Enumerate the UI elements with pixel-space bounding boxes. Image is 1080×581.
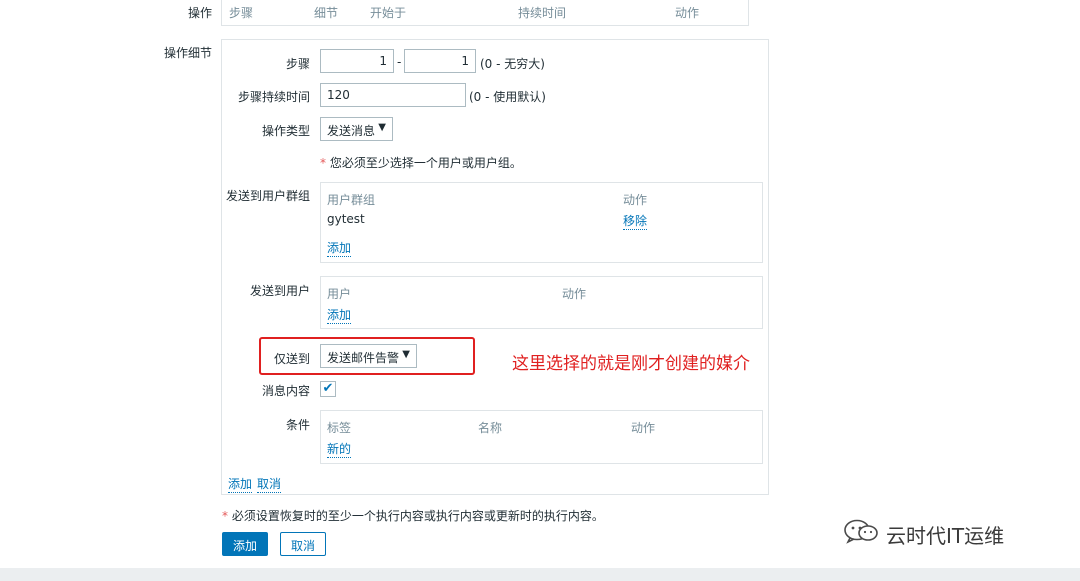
recipient-notice-text: 您必须至少选择一个用户或用户组。 (329, 156, 522, 170)
steps-hint: (0 - 无穷大) (480, 57, 545, 71)
new-condition-link[interactable]: 新的 (327, 440, 352, 458)
recovery-notice: * 必须设置恢复时的至少一个执行内容或执行内容或更新时的执行内容。 (222, 507, 604, 524)
cancel-operation-link[interactable]: 取消 (257, 475, 282, 493)
conditions-label: 条件 (285, 418, 310, 432)
steps-to-input[interactable] (404, 49, 476, 73)
required-marker: * (222, 509, 228, 523)
col-tag: 标签 (327, 421, 352, 435)
operations-label: 操作 (187, 6, 212, 20)
col-condition-action: 动作 (631, 421, 656, 435)
steps-from-input[interactable] (320, 49, 394, 73)
col-duration: 持续时间 (518, 6, 567, 20)
chevron-down-icon: ▼ (378, 122, 386, 133)
message-content-checkbox[interactable]: ✔ (320, 381, 336, 397)
users-label: 发送到用户 (249, 284, 310, 298)
col-start: 开始于 (370, 6, 407, 20)
col-detail: 细节 (314, 6, 339, 20)
operation-form-page: 操作 步骤 细节 开始于 持续时间 动作 操作细节 步骤 - (0 - 无穷大)… (0, 0, 1080, 568)
col-user-group: 用户群组 (327, 193, 376, 207)
operation-details-label: 操作细节 (163, 46, 212, 60)
steps-separator: - (397, 55, 402, 69)
recipient-notice: * 您必须至少选择一个用户或用户组。 (320, 154, 522, 171)
conditions-table: 标签 名称 动作 新的 (320, 410, 763, 464)
add-user-group-link[interactable]: 添加 (327, 239, 352, 257)
step-duration-label: 步骤持续时间 (237, 90, 310, 104)
required-marker: * (320, 156, 326, 170)
message-content-label: 消息内容 (261, 384, 310, 398)
operation-type-label: 操作类型 (261, 124, 310, 138)
add-user-link[interactable]: 添加 (327, 306, 352, 324)
col-user-action: 动作 (562, 287, 587, 301)
col-name: 名称 (478, 421, 503, 435)
operation-type-select[interactable]: 发送消息 ▼ (320, 117, 393, 141)
remove-user-group-link[interactable]: 移除 (623, 212, 648, 230)
annotation-highlight-box (259, 337, 475, 375)
operation-type-value: 发送消息 (327, 124, 376, 138)
annotation-text: 这里选择的就是刚才创建的媒介 (512, 354, 750, 374)
user-groups-label: 发送到用户群组 (225, 189, 310, 203)
add-button[interactable]: 添加 (222, 532, 269, 556)
users-table: 用户 动作 添加 (320, 276, 763, 329)
col-action: 动作 (675, 6, 700, 20)
step-duration-input[interactable] (320, 83, 466, 107)
col-user-group-action: 动作 (623, 193, 648, 207)
add-operation-link[interactable]: 添加 (228, 475, 253, 493)
user-group-name: gytest (327, 212, 365, 226)
recovery-notice-text: 必须设置恢复时的至少一个执行内容或执行内容或更新时的执行内容。 (231, 509, 604, 523)
steps-label: 步骤 (285, 57, 310, 71)
wechat-icon (844, 519, 878, 544)
step-duration-hint: (0 - 使用默认) (469, 90, 546, 104)
operations-table: 步骤 细节 开始于 持续时间 动作 (221, 0, 749, 26)
col-step: 步骤 (229, 6, 254, 20)
col-user: 用户 (327, 287, 352, 301)
watermark-text: 云时代IT运维 (886, 524, 1005, 548)
user-groups-table: 用户群组 动作 gytest 移除 添加 (320, 182, 763, 263)
cancel-button[interactable]: 取消 (280, 532, 327, 556)
